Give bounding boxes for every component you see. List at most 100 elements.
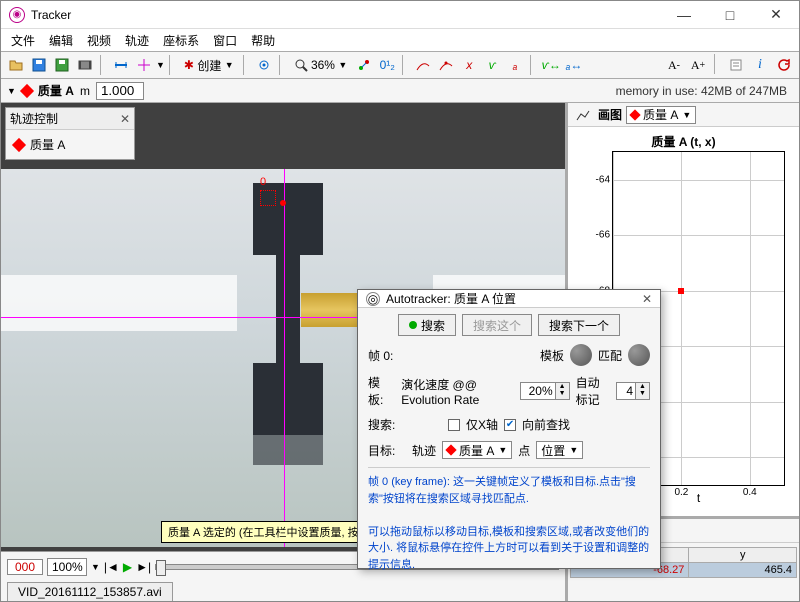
axis-vertical[interactable] <box>284 169 285 547</box>
lookahead-checkbox[interactable]: ✔ <box>504 419 516 431</box>
marker-index-label: 0 <box>260 176 266 188</box>
maximize-button[interactable]: □ <box>707 1 753 29</box>
track-item-label[interactable]: 质量 A <box>30 136 65 153</box>
label-x-icon[interactable]: x <box>458 54 480 76</box>
lookahead-label: 向前查找 <box>522 416 570 433</box>
label-a-icon[interactable]: ₐ <box>504 54 526 76</box>
target-icon: ◎ <box>366 292 380 306</box>
dialog-title: Autotracker: 质量 A 位置 <box>386 290 516 307</box>
notes-button[interactable] <box>725 54 747 76</box>
menubar: 文件 编辑 视频 轨迹 座标系 窗口 帮助 <box>1 29 799 51</box>
refresh-button[interactable] <box>773 54 795 76</box>
match-swatch[interactable] <box>628 344 650 366</box>
track-control-title: 轨迹控制 <box>10 110 58 127</box>
plot-options-icon[interactable] <box>572 104 594 126</box>
menu-coord[interactable]: 座标系 <box>157 30 205 51</box>
status-hint: 质量 A 选定的 (在工具栏中设置质量, 按 <box>161 521 366 543</box>
target-point-dropdown[interactable]: 位置▼ <box>536 441 583 459</box>
dialog-help: 帧 0 (key frame): 这一关键帧定义了模板和目标.点击"搜索"按钮将… <box>368 467 650 573</box>
green-dot-icon <box>409 321 417 329</box>
save-as-button[interactable] <box>51 54 73 76</box>
step-back-button[interactable]: |◄ <box>104 560 119 574</box>
current-track-label[interactable]: 质量 A <box>38 82 74 99</box>
template-row-label: 模板: <box>368 374 395 408</box>
close-icon[interactable]: ✕ <box>642 292 652 306</box>
calibration-button[interactable] <box>110 54 132 76</box>
clip-button[interactable] <box>74 54 96 76</box>
help-button[interactable]: i <box>749 54 771 76</box>
font-larger-button[interactable]: A+ <box>687 54 709 76</box>
plot-tab[interactable]: 画图 <box>598 106 622 123</box>
cell-y[interactable]: 465.4 <box>689 563 797 578</box>
x-tick: 0.4 <box>743 485 757 498</box>
target-track-dropdown[interactable]: 质量 A▼ <box>442 441 512 459</box>
template-swatch[interactable] <box>570 344 592 366</box>
titlebar: ◉ Tracker — □ ✕ <box>1 1 799 29</box>
font-smaller-button[interactable]: A- <box>663 54 685 76</box>
play-rate[interactable]: 100% <box>47 558 87 576</box>
y-tick: -66 <box>596 230 613 241</box>
track-diamond-icon <box>12 137 26 151</box>
autotracker-dialog[interactable]: ◎ Autotracker: 质量 A 位置 ✕ 搜索 搜索这个 搜索下一个 帧… <box>357 289 661 569</box>
onlyx-checkbox[interactable] <box>448 419 460 431</box>
label-v-icon[interactable]: ⱱ <box>481 54 503 76</box>
minimize-button[interactable]: — <box>661 1 707 29</box>
create-button[interactable]: ✱ 创建 ▼ <box>179 54 239 76</box>
file-tab[interactable]: VID_20161112_153857.avi <box>7 582 173 602</box>
stretch-a-icon[interactable]: ₐ↔ <box>563 54 585 76</box>
menu-track[interactable]: 轨迹 <box>119 30 155 51</box>
menu-video[interactable]: 视频 <box>81 30 117 51</box>
autotrack-button[interactable] <box>353 54 375 76</box>
frame-number[interactable]: 000 <box>7 559 43 575</box>
menu-window[interactable]: 窗口 <box>207 30 243 51</box>
automark-spinner[interactable]: 4▲▼ <box>616 382 650 400</box>
onlyx-label: 仅X轴 <box>466 416 498 433</box>
plot-title: 质量 A (t, x) <box>574 133 793 150</box>
col-y[interactable]: y <box>689 548 797 563</box>
target-track-label: 轨迹 <box>412 442 436 459</box>
memory-status: memory in use: 42MB of 247MB <box>616 84 793 98</box>
search-next-button[interactable]: 搜索下一个 <box>538 314 620 336</box>
trail-a-icon[interactable] <box>412 54 434 76</box>
visibility-button[interactable] <box>253 54 275 76</box>
automark-label: 自动标记 <box>576 374 610 408</box>
scale-input[interactable] <box>96 82 144 100</box>
stretch-v-icon[interactable]: ⱱ↔ <box>540 54 562 76</box>
data-point[interactable] <box>678 288 684 294</box>
track-control-panel[interactable]: 轨迹控制 ✕ 质量 A <box>5 107 135 160</box>
track-bar: ▼ 质量 A m memory in use: 42MB of 247MB <box>1 79 799 103</box>
axes-button[interactable] <box>133 54 155 76</box>
unit-label: m <box>80 84 90 98</box>
search-this-button[interactable]: 搜索这个 <box>462 314 532 336</box>
target-point-label: 点 <box>518 442 530 459</box>
save-button[interactable] <box>28 54 50 76</box>
open-button[interactable] <box>5 54 27 76</box>
point-marker[interactable]: 0 <box>260 176 286 206</box>
menu-help[interactable]: 帮助 <box>245 30 281 51</box>
frame-label: 帧 0: <box>368 347 406 364</box>
search-button[interactable]: 搜索 <box>398 314 456 336</box>
close-button[interactable]: ✕ <box>753 1 799 29</box>
main-toolbar: ▼ ✱ 创建 ▼ 36% ▼ 0¹₂ x ⱱ ₐ ⱱ↔ ₐ↔ A- A+ i <box>1 51 799 79</box>
close-icon[interactable]: ✕ <box>120 112 130 126</box>
evolution-label: 演化速度 @@ Evolution Rate <box>401 376 513 407</box>
menu-edit[interactable]: 编辑 <box>43 30 79 51</box>
search-row-label: 搜索: <box>368 416 406 433</box>
x-tick: 0.2 <box>674 485 688 498</box>
dropdown-arrow-icon[interactable]: ▼ <box>7 86 16 96</box>
x-axis-label[interactable]: t <box>697 491 700 505</box>
trail-b-icon[interactable] <box>435 54 457 76</box>
track-diamond-icon <box>20 83 34 97</box>
step-fwd-button[interactable]: ►| <box>136 560 151 574</box>
plot-track-dropdown[interactable]: 质量 A▼ <box>626 106 696 124</box>
target-row-label: 目标: <box>368 442 406 459</box>
evolution-spinner[interactable]: 20%▲▼ <box>520 382 570 400</box>
menu-file[interactable]: 文件 <box>5 30 41 51</box>
zoom-button[interactable]: 36% ▼ <box>289 54 353 76</box>
track-control-button[interactable]: 0¹₂ <box>376 54 398 76</box>
rate-dropdown-icon[interactable]: ▼ <box>91 562 100 572</box>
app-icon: ◉ <box>9 7 25 23</box>
play-button[interactable]: ▶ <box>123 560 132 574</box>
y-tick: -64 <box>596 174 613 185</box>
app-title: Tracker <box>31 8 71 22</box>
